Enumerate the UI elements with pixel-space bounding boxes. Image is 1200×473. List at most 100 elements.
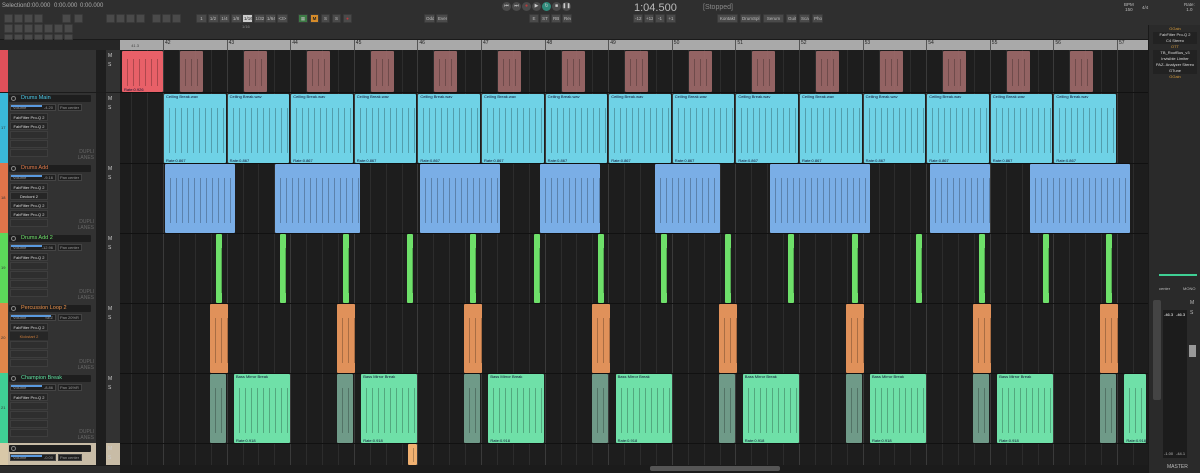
media-item[interactable] [210, 304, 228, 373]
media-item[interactable] [1042, 234, 1049, 303]
media-item[interactable] [464, 304, 483, 373]
media-item[interactable] [879, 51, 903, 92]
media-item[interactable] [655, 164, 720, 233]
media-item[interactable] [973, 304, 992, 373]
pan-slider[interactable]: Pan center [58, 244, 82, 251]
record-arm-icon[interactable] [11, 306, 16, 311]
edit-button[interactable]: Rev [562, 14, 572, 23]
media-item[interactable] [243, 51, 267, 92]
tool-icon[interactable] [14, 34, 23, 40]
volume-slider[interactable]: Volume -4.20 [10, 104, 56, 111]
media-item[interactable] [718, 304, 737, 373]
mute-button[interactable]: M [108, 53, 112, 59]
media-item[interactable]: Ceiling Break.wav Rate:0.867 [863, 94, 926, 163]
edit-button[interactable]: E [529, 14, 539, 23]
media-item[interactable]: Bass Mirror Break Rate:0.918 [742, 374, 799, 443]
media-item[interactable]: Ceiling Break.wav Rate:0.867 [800, 94, 862, 163]
ruler-bar-label[interactable]: 44 [290, 40, 298, 50]
fx-slot-empty[interactable] [10, 149, 48, 157]
media-item[interactable] [688, 51, 712, 92]
media-item[interactable]: Ceiling Break.wav Rate:0.867 [1054, 94, 1116, 163]
tool-icon[interactable] [4, 24, 13, 33]
edit-tool-icon[interactable] [136, 14, 145, 23]
tool-icon[interactable] [54, 24, 63, 33]
media-item[interactable] [210, 374, 226, 443]
fx-slot[interactable]: FabFilter Pro-Q 2 [10, 210, 48, 218]
go-end-icon[interactable]: ⏭ [512, 2, 521, 11]
media-item[interactable]: Bass Mirror Break Rate:0.918 [361, 374, 418, 443]
fx-slot-empty[interactable] [10, 402, 48, 410]
media-item[interactable]: Ceiling Break.wav Rate:0.867 [609, 94, 671, 163]
mono-button[interactable]: MONO [1183, 286, 1195, 291]
tool-icon[interactable] [44, 34, 53, 40]
edit-tool-icon[interactable] [172, 14, 181, 23]
media-item[interactable] [498, 51, 521, 92]
media-item[interactable] [943, 51, 967, 92]
tool-icon[interactable] [74, 14, 83, 23]
media-item[interactable] [661, 234, 668, 303]
media-item[interactable]: Ceiling Break.wav Rate:0.867 [354, 94, 417, 163]
track-name-box[interactable] [9, 445, 91, 452]
ruler-bar-label[interactable]: 55 [989, 40, 997, 50]
track-header[interactable]: 17 M S Drums Main Volume -4.20 Pan center FabFil… [0, 93, 120, 164]
media-item[interactable] [852, 234, 858, 303]
media-item[interactable] [337, 304, 356, 373]
solo-button[interactable]: S [108, 175, 111, 181]
media-item[interactable] [1106, 234, 1113, 303]
track-name[interactable]: Champion Break [21, 375, 62, 382]
tool-icon[interactable] [24, 14, 33, 23]
edit-tool-icon[interactable] [162, 14, 171, 23]
media-item[interactable]: Bass Mirror Break Rate:0.918 [997, 374, 1054, 443]
media-item[interactable]: Bass Mirror Break Rate:0.918 [870, 374, 926, 443]
media-item[interactable] [724, 234, 731, 303]
fx-shortcut-button[interactable]: DrumSpl [740, 14, 761, 23]
tool-icon[interactable] [14, 14, 23, 23]
fx-slot-empty[interactable] [10, 262, 48, 270]
media-item[interactable] [770, 164, 870, 233]
solo-button[interactable]: S [108, 385, 111, 391]
media-item[interactable] [973, 374, 990, 443]
edit-tool-icon[interactable] [126, 14, 135, 23]
fx-slot-empty[interactable] [10, 350, 48, 358]
media-item[interactable] [846, 374, 862, 443]
ruler-bar-label[interactable]: 52 [799, 40, 807, 50]
media-item[interactable] [846, 304, 864, 373]
edit-tool-icon[interactable] [106, 14, 115, 23]
fx-slot-empty[interactable] [10, 131, 48, 139]
mute-button[interactable]: M [108, 446, 112, 452]
track-name[interactable]: Drums Add [21, 165, 48, 172]
volume-slider[interactable]: Volume -8.86 [10, 384, 56, 391]
edit-tool-icon[interactable] [116, 14, 125, 23]
media-item[interactable]: Ceiling Break.wav Rate:0.867 [418, 94, 480, 163]
media-item[interactable] [370, 51, 394, 92]
media-item[interactable] [1070, 51, 1094, 92]
track-name-box[interactable]: Drums Add 2 [9, 235, 91, 242]
loop-icon[interactable]: ↻ [542, 2, 551, 11]
media-item[interactable]: Bass Mirror Break Rate:0.918 [615, 374, 672, 443]
solo-button[interactable]: S [108, 105, 111, 111]
tool-icon[interactable] [4, 34, 13, 40]
media-item[interactable] [406, 234, 413, 303]
media-item[interactable] [718, 374, 735, 443]
tool-icon[interactable] [62, 14, 71, 23]
solo-button[interactable]: S [321, 14, 330, 23]
fx-shortcut-button[interactable]: Scal [799, 14, 810, 23]
fx-slot-bypassed[interactable]: Kickstart 2 [10, 332, 48, 340]
mute-button[interactable]: M [108, 376, 112, 382]
record-arm-icon[interactable] [11, 166, 16, 171]
ruler-bar-label[interactable]: 43 [226, 40, 234, 50]
media-item[interactable] [1100, 374, 1117, 443]
media-item[interactable]: Ceiling Break.wav Rate:0.867 [545, 94, 608, 163]
mute-button[interactable]: M [108, 306, 112, 312]
media-item[interactable] [434, 51, 458, 92]
master-width-slider[interactable] [1159, 274, 1197, 276]
ruler-bar-label[interactable]: 56 [1053, 40, 1061, 50]
media-item[interactable]: Bass Mirror Break Rate:0.918 [488, 374, 545, 443]
tool-icon[interactable] [64, 34, 73, 40]
arrange-view[interactable]: Rate:0.926 Ceiling Break.wav Rate:0.867 Cei… [120, 50, 1148, 465]
tool-icon[interactable] [34, 14, 43, 23]
track-name[interactable]: Drums Main [21, 95, 51, 102]
snap-icon[interactable]: ▦ [298, 14, 308, 23]
track-lane[interactable] [120, 233, 1148, 304]
media-item[interactable]: Bass Mirror Break Rate:0.918 [234, 374, 290, 443]
